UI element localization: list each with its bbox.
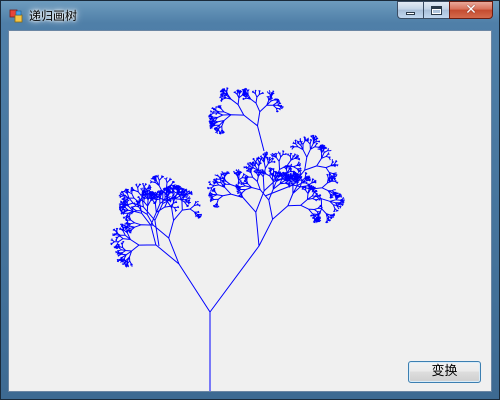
maximize-button[interactable] xyxy=(423,1,449,19)
drawing-area: 变换 xyxy=(8,30,492,392)
tree-branches xyxy=(110,87,345,391)
close-button[interactable]: ✕ xyxy=(449,1,493,19)
window-title: 递归画树 xyxy=(29,9,78,23)
title-bar[interactable]: 递归画树 ✕ xyxy=(1,1,499,29)
minimize-icon xyxy=(406,12,415,15)
app-window: 递归画树 ✕ 变换 xyxy=(0,0,500,400)
recursive-tree-drawing xyxy=(110,87,345,391)
close-icon: ✕ xyxy=(465,2,477,18)
minimize-button[interactable] xyxy=(397,1,423,19)
app-icon xyxy=(9,9,23,23)
transform-button[interactable]: 变换 xyxy=(408,361,481,383)
maximize-icon xyxy=(431,6,442,15)
caption-buttons: ✕ xyxy=(397,1,493,20)
